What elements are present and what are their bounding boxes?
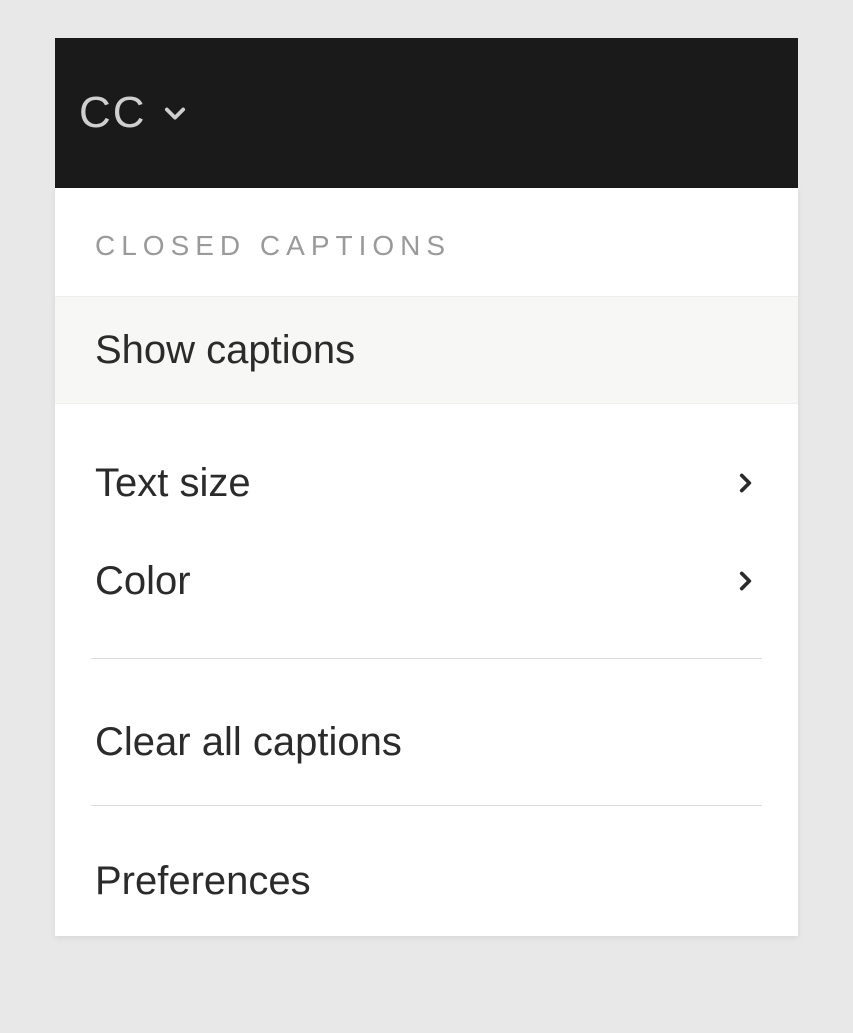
closed-captions-dropdown: CLOSED CAPTIONS Show captions Text size … bbox=[55, 188, 798, 936]
menu-item-preferences[interactable]: Preferences bbox=[55, 826, 798, 936]
menu-item-label: Preferences bbox=[95, 859, 311, 904]
chevron-right-icon bbox=[732, 568, 758, 594]
menu-item-text-size[interactable]: Text size bbox=[55, 434, 798, 532]
chevron-down-icon bbox=[161, 99, 189, 127]
menu-item-label: Text size bbox=[95, 461, 251, 506]
cc-label: CC bbox=[79, 88, 147, 138]
cc-dropdown-button[interactable]: CC bbox=[79, 88, 189, 138]
menu-item-label: Color bbox=[95, 559, 191, 604]
menu-item-show-captions[interactable]: Show captions bbox=[55, 296, 798, 404]
dropdown-header: CLOSED CAPTIONS bbox=[55, 188, 798, 296]
menu-item-clear-all-captions[interactable]: Clear all captions bbox=[55, 687, 798, 797]
menu-item-label: Clear all captions bbox=[95, 720, 402, 765]
menu-item-label: Show captions bbox=[95, 328, 355, 373]
menu-item-color[interactable]: Color bbox=[55, 532, 798, 630]
toolbar: CC bbox=[55, 38, 798, 188]
chevron-right-icon bbox=[732, 470, 758, 496]
